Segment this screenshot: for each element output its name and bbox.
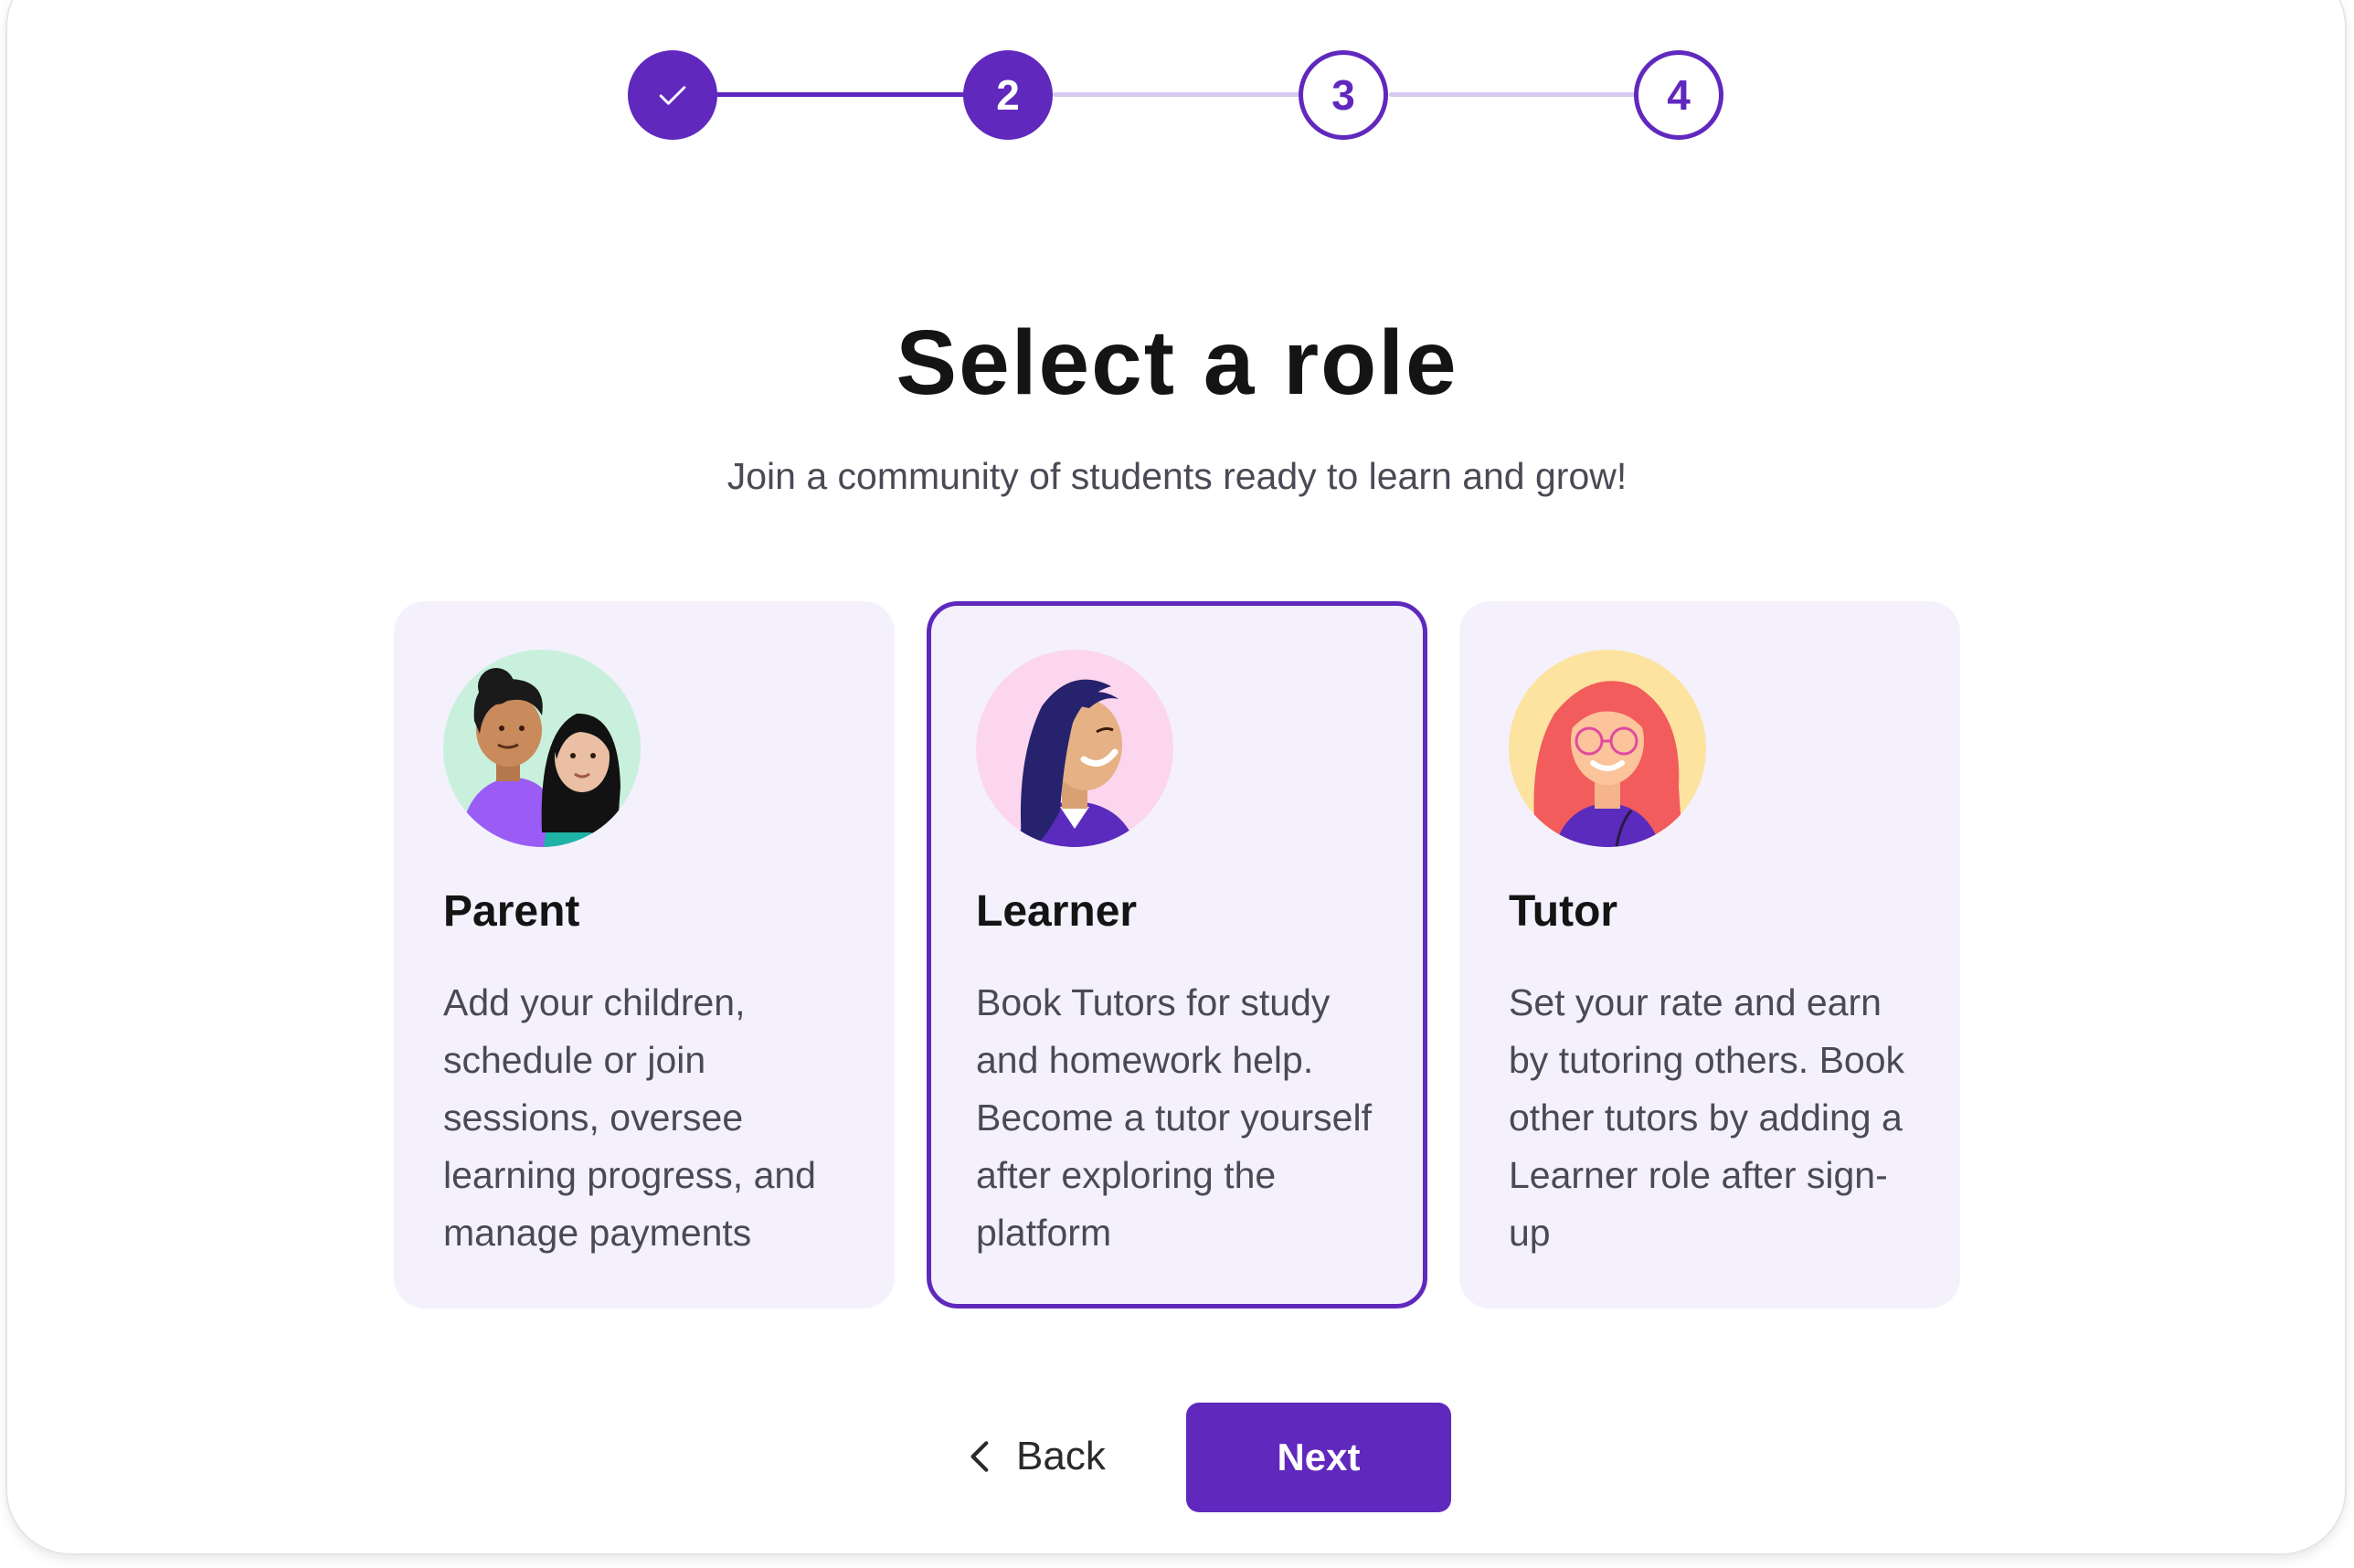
step-4-label: 4 [1667, 71, 1691, 119]
step-2-label: 2 [996, 71, 1020, 119]
page-title: Select a role [896, 312, 1458, 414]
page-subtitle: Join a community of students ready to le… [726, 455, 1628, 497]
role-title: Learner [976, 887, 1138, 936]
role-description: Add your children, schedule or join sess… [443, 981, 816, 1254]
role-description: Set your rate and earn by tutoring other… [1509, 981, 1905, 1254]
next-button[interactable]: Next [1186, 1403, 1451, 1512]
role-title: Parent [443, 887, 580, 936]
step-3[interactable]: 3 [1299, 50, 1388, 140]
back-button-label: Back [1016, 1434, 1106, 1478]
check-icon [659, 86, 686, 105]
progress-stepper: 2 3 4 [0, 0, 2354, 146]
step-3-label: 3 [1331, 71, 1355, 119]
role-card-learner[interactable]: Learner Book Tutors for study and homewo… [927, 601, 1427, 1308]
chevron-left-icon [970, 1441, 989, 1472]
role-description: Book Tutors for study and homework help.… [976, 981, 1372, 1254]
parent-and-child-avatar [443, 650, 641, 847]
next-button-label: Next [1277, 1436, 1361, 1478]
step-4[interactable]: 4 [1634, 50, 1723, 140]
step-2-current[interactable]: 2 [963, 50, 1053, 140]
step-1-completed[interactable] [628, 50, 717, 140]
back-button[interactable]: Back [965, 1418, 1120, 1495]
learner-avatar [976, 650, 1173, 847]
role-card-parent[interactable]: Parent Add your children, schedule or jo… [394, 601, 895, 1308]
role-title: Tutor [1509, 887, 1618, 936]
tutor-avatar [1509, 650, 1706, 847]
role-card-tutor[interactable]: Tutor Set your rate and earn by tutoring… [1459, 601, 1960, 1308]
